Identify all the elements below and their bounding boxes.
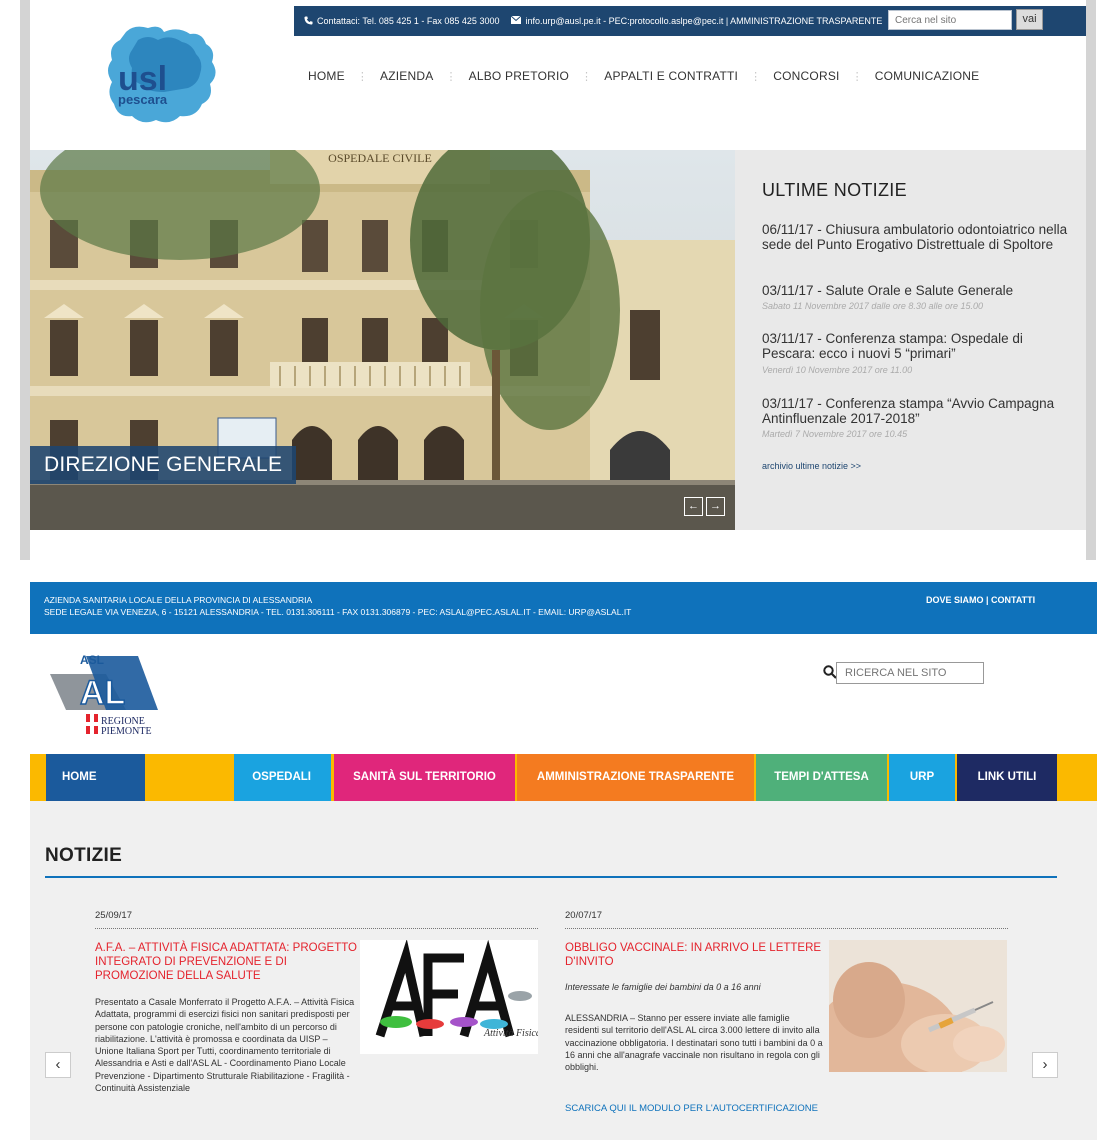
asl-al-logo[interactable]: ASL AL REGIONE PIEMONTE xyxy=(46,650,164,737)
menu-urp[interactable]: URP xyxy=(889,754,955,801)
asl-top-bar: AZIENDA SANITARIA LOCALE DELLA PROVINCIA… xyxy=(30,582,1097,634)
vaccination-photo[interactable] xyxy=(829,940,1007,1072)
logo-piemonte-text: PIEMONTE xyxy=(101,726,152,736)
news-date: 25/09/17 xyxy=(95,910,132,921)
page-border-left xyxy=(20,0,30,560)
search-button[interactable]: vai xyxy=(1016,9,1043,30)
building-sign: OSPEDALE CIVILE xyxy=(328,151,432,165)
news-item-date: Venerdì 10 Novembre 2017 ore 11.00 xyxy=(762,365,913,375)
menu-home[interactable]: HOME xyxy=(46,754,145,801)
news-item-date: Martedì 7 Novembre 2017 ore 10.45 xyxy=(762,429,908,439)
svg-text:pescara: pescara xyxy=(118,92,168,107)
dotted-divider xyxy=(95,928,538,929)
nav-concorsi[interactable]: CONCORSI xyxy=(761,69,851,83)
news-title-link[interactable]: OBBLIGO VACCINALE: IN ARRIVO LE LETTERE … xyxy=(565,941,825,969)
email-link[interactable]: info.urp@ausl.pe.it - PEC:protocollo.asl… xyxy=(525,16,882,26)
dotted-divider xyxy=(565,928,1008,929)
contact-text: Contattaci: Tel. 085 425 1 - Fax 085 425… xyxy=(317,16,500,26)
nav-comunicazione[interactable]: COMUNICAZIONE xyxy=(863,69,992,83)
news-item-link[interactable]: 03/11/17 - Conferenza stampa: Ospedale d… xyxy=(762,331,1072,361)
news-item-link[interactable]: 03/11/17 - Conferenza stampa “Avvio Camp… xyxy=(762,396,1072,426)
slider-prev-button[interactable]: ← xyxy=(684,497,703,516)
organisation-name: AZIENDA SANITARIA LOCALE DELLA PROVINCIA… xyxy=(44,595,313,605)
logo-al-text: AL xyxy=(80,674,125,712)
search-input[interactable] xyxy=(888,10,1012,30)
nav-separator: ⋮ xyxy=(851,70,863,83)
news-subtitle: Interessate le famiglie dei bambini da 0… xyxy=(565,982,761,992)
news-body: Presentato a Casale Monferrato il Proget… xyxy=(95,997,355,1094)
page-border-right xyxy=(1086,0,1096,560)
mail-icon xyxy=(511,15,522,26)
news-archive-link[interactable]: archivio ultime notizie >> xyxy=(762,461,861,471)
news-item-link[interactable]: 03/11/17 - Salute Orale e Salute General… xyxy=(762,283,1072,298)
carousel-next-button[interactable]: › xyxy=(1032,1052,1058,1078)
menu-link-utili[interactable]: LINK UTILI xyxy=(957,754,1057,801)
phone-icon xyxy=(304,15,313,27)
menu-amministrazione-trasparente[interactable]: AMMINISTRAZIONE TRASPARENTE xyxy=(517,754,754,801)
hero-caption[interactable]: DIREZIONE GENERALE xyxy=(30,446,297,484)
nav-separator: ⋮ xyxy=(445,70,457,83)
news-body: ALESSANDRIA – Stanno per essere inviate … xyxy=(565,1013,823,1073)
nav-separator: ⋮ xyxy=(581,70,593,83)
search-icon[interactable] xyxy=(823,665,837,679)
news-panel-title: ULTIME NOTIZIE xyxy=(762,180,907,200)
carousel-prev-button[interactable]: ‹ xyxy=(45,1052,71,1078)
afa-image-caption: Attività Fisica Adattata xyxy=(483,1028,538,1039)
slider-controls-strip xyxy=(30,485,735,530)
nav-albo-pretorio[interactable]: ALBO PRETORIO xyxy=(457,69,581,83)
news-date: 20/07/17 xyxy=(565,910,602,921)
menu-ospedali[interactable]: OSPEDALI xyxy=(234,754,331,801)
download-form-link[interactable]: SCARICA QUI IL MODULO PER L'AUTOCERTIFIC… xyxy=(565,1103,818,1114)
menu-sanita-territorio[interactable]: SANITÀ SUL TERRITORIO xyxy=(334,754,515,801)
news-item-date: Sabato 11 Novembre 2017 dalle ore 8.30 a… xyxy=(762,301,983,311)
logo-asl-text: ASL xyxy=(80,653,104,667)
slider-next-button[interactable]: → xyxy=(706,497,725,516)
menu-tempi-attesa[interactable]: TEMPI D'ATTESA xyxy=(756,754,887,801)
top-links[interactable]: DOVE SIAMO | CONTATTI xyxy=(926,595,1035,605)
news-title-link[interactable]: A.F.A. – ATTIVITÀ FISICA ADATTATA: PROGE… xyxy=(95,941,357,983)
nav-appalti-contratti[interactable]: APPALTI E CONTRATTI xyxy=(592,69,750,83)
site-search-input[interactable] xyxy=(836,662,984,684)
nav-separator: ⋮ xyxy=(750,70,762,83)
nav-azienda[interactable]: AZIENDA xyxy=(368,69,445,83)
main-navigation: HOME ⋮ AZIENDA ⋮ ALBO PRETORIO ⋮ APPALTI E … xyxy=(296,66,991,86)
nav-separator: ⋮ xyxy=(356,70,369,83)
section-title-underline xyxy=(45,876,1057,878)
legal-address: SEDE LEGALE VIA VENEZIA, 6 - 15121 ALESS… xyxy=(44,607,632,617)
nav-home[interactable]: HOME xyxy=(296,69,357,83)
usl-pescara-logo[interactable]: usl pescara xyxy=(104,22,222,130)
afa-image[interactable]: Attività Fisica Adattata xyxy=(360,939,578,1054)
section-title: NOTIZIE xyxy=(45,845,123,866)
news-item-link[interactable]: 06/11/17 - Chiusura ambulatorio odontoia… xyxy=(762,222,1072,252)
